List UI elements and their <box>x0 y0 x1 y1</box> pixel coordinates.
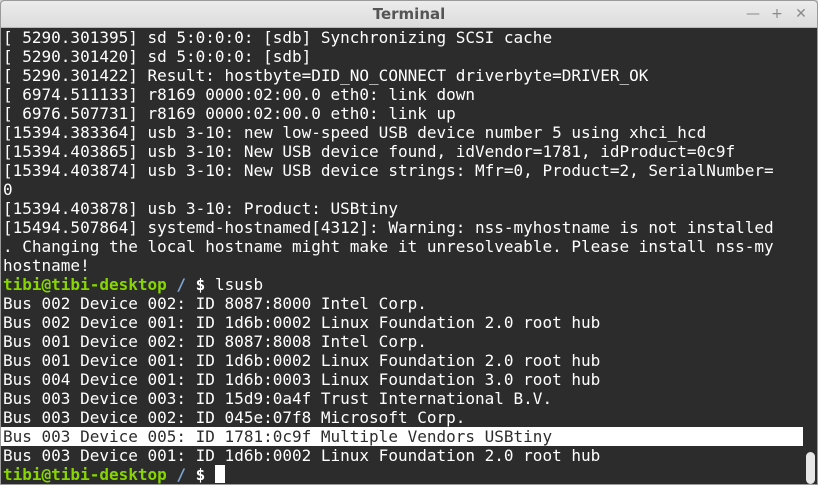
terminal-line: [15494.507864] systemd-hostnamed[4312]: … <box>3 218 774 237</box>
terminal-line: [ 5290.301395] sd 5:0:0:0: [sdb] Synchro… <box>3 28 553 47</box>
title-bar[interactable]: Terminal — + ✕ <box>1 1 817 28</box>
window-controls: — + ✕ <box>743 4 811 24</box>
prompt-dollar: $ <box>195 275 206 294</box>
text-cursor <box>214 465 225 483</box>
terminal-line: [15394.403878] usb 3-10: Product: USBtin… <box>3 199 398 218</box>
lsusb-line: Bus 001 Device 001: ID 1d6b:0002 Linux F… <box>3 351 601 370</box>
terminal-line: 0 <box>3 180 13 199</box>
command-prompt-line: tibi@tibi-desktop / $ lsusb <box>3 275 263 294</box>
prompt-dollar: $ <box>195 465 206 484</box>
maximize-button[interactable]: + <box>767 4 787 24</box>
vertical-scrollbar[interactable] <box>803 28 817 484</box>
terminal-line: [15394.383364] usb 3-10: new low-speed U… <box>3 123 707 142</box>
terminal-line: [ 6974.511133] r8169 0000:02:00.0 eth0: … <box>3 85 476 104</box>
prompt-user-host: tibi@tibi-desktop <box>3 465 167 484</box>
prompt-path: / <box>166 465 196 484</box>
prompt-user-host: tibi@tibi-desktop <box>3 275 167 294</box>
window-title: Terminal <box>372 5 446 23</box>
close-button[interactable]: ✕ <box>791 4 811 24</box>
minimize-button[interactable]: — <box>743 4 763 24</box>
command-text: lsusb <box>205 275 264 294</box>
terminal-line: hostname! <box>3 256 90 275</box>
prompt-path: / <box>166 275 196 294</box>
terminal-line: [ 5290.301422] Result: hostbyte=DID_NO_C… <box>3 66 649 85</box>
lsusb-line: Bus 001 Device 002: ID 8087:8008 Intel C… <box>3 332 427 351</box>
lsusb-line: Bus 003 Device 002: ID 045e:07f8 Microso… <box>3 408 466 427</box>
terminal-line: [15394.403865] usb 3-10: New USB device … <box>3 142 736 161</box>
terminal-line: [15394.403874] usb 3-10: New USB device … <box>3 161 774 180</box>
lsusb-line: Bus 003 Device 001: ID 1d6b:0002 Linux F… <box>3 446 601 465</box>
terminal-line: [ 6976.507731] r8169 0000:02:00.0 eth0: … <box>3 104 456 123</box>
current-prompt-line[interactable]: tibi@tibi-desktop / $ <box>3 465 225 484</box>
terminal-output[interactable]: [ 5290.301395] sd 5:0:0:0: [sdb] Synchro… <box>1 28 803 484</box>
terminal-window: Terminal — + ✕ [ 5290.301395] sd 5:0:0:0… <box>0 0 818 485</box>
terminal-line: [ 5290.301420] sd 5:0:0:0: [sdb] <box>3 47 312 66</box>
selected-lsusb-line[interactable]: Bus 003 Device 005: ID 1781:0c9f Multipl… <box>1 427 803 446</box>
lsusb-line: Bus 004 Device 001: ID 1d6b:0003 Linux F… <box>3 370 601 389</box>
lsusb-line: Bus 002 Device 001: ID 1d6b:0002 Linux F… <box>3 313 601 332</box>
scrollbar-thumb[interactable] <box>806 452 815 484</box>
lsusb-line: Bus 003 Device 003: ID 15d9:0a4f Trust I… <box>3 389 553 408</box>
lsusb-line: Bus 002 Device 002: ID 8087:8000 Intel C… <box>3 294 427 313</box>
terminal-line: . Changing the local hostname might make… <box>3 237 774 256</box>
